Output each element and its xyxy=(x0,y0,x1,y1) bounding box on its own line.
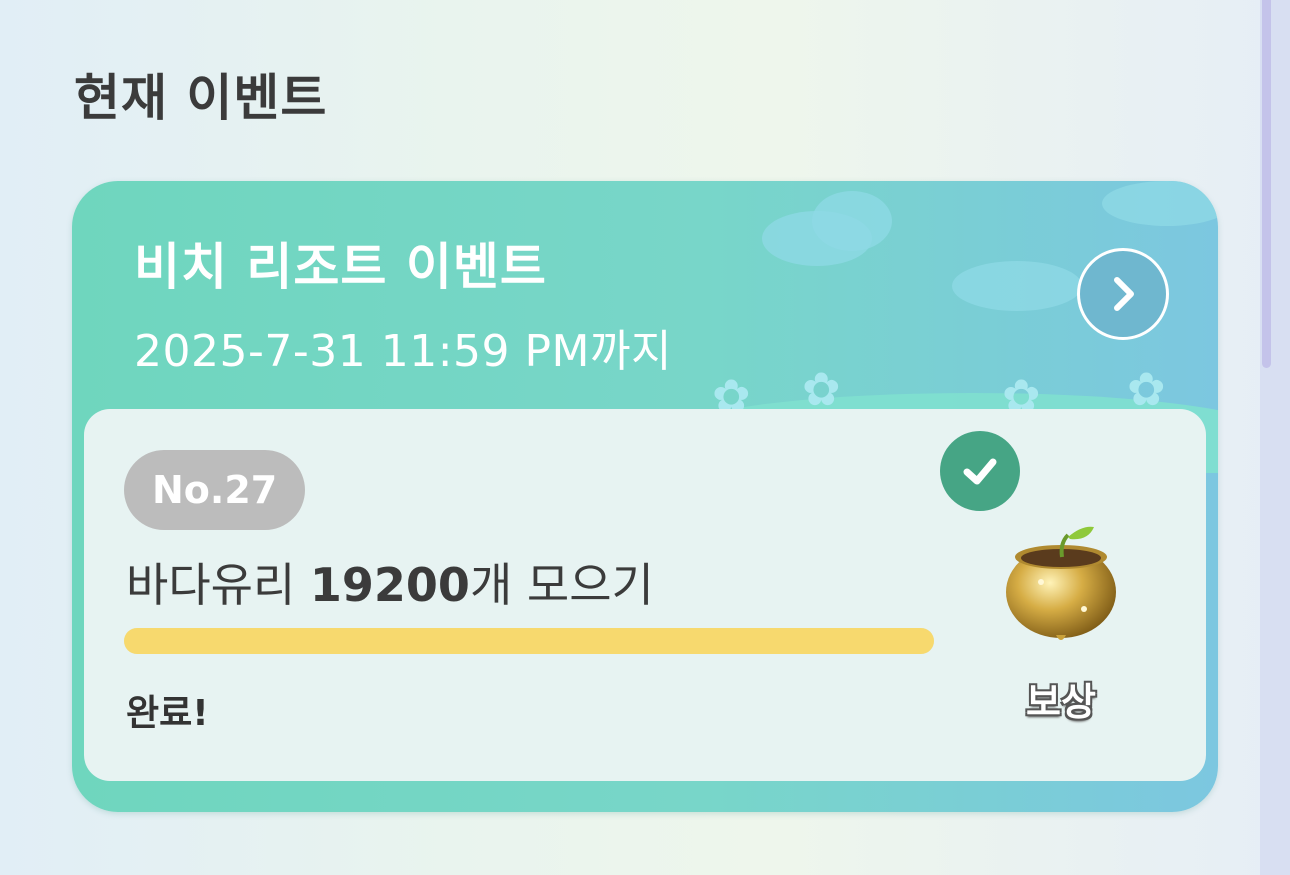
flower-decoration: ✿ xyxy=(802,362,841,416)
mission-description: 바다유리 19200개 모으기 xyxy=(126,549,654,615)
cloud-decoration xyxy=(1102,181,1218,226)
flower-decoration: ✿ xyxy=(1127,362,1166,416)
page-title: 현재 이벤트 xyxy=(74,69,328,127)
chevron-right-icon xyxy=(1114,277,1134,311)
mission-panel: No.27 바다유리 19200개 모으기 완료! 보상 xyxy=(84,409,1206,781)
completed-badge xyxy=(940,431,1020,511)
mission-progress-bar xyxy=(124,628,934,654)
mission-progress-fill xyxy=(124,628,934,654)
mission-text-suffix: 개 모으기 xyxy=(469,558,654,612)
cloud-decoration xyxy=(812,191,892,251)
check-icon xyxy=(963,458,997,485)
reward-label: 보상 xyxy=(1026,680,1096,724)
golden-pot-icon[interactable] xyxy=(996,517,1126,647)
event-title: 비치 리조트 이벤트 xyxy=(134,238,547,296)
event-deadline: 2025-7-31 11:59 PM까지 xyxy=(134,326,672,377)
mission-target-count: 19200 xyxy=(309,558,470,612)
mission-text-prefix: 바다유리 xyxy=(126,558,310,612)
event-detail-button[interactable] xyxy=(1077,248,1169,340)
cloud-decoration xyxy=(952,261,1082,311)
mission-number-badge: No.27 xyxy=(124,450,306,530)
scrollbar-thumb[interactable] xyxy=(1262,0,1271,368)
mission-status: 완료! xyxy=(126,693,209,734)
event-card[interactable]: ✿ ✿ ✿ ✿ 비치 리조트 이벤트 2025-7-31 11:59 PM까지 … xyxy=(72,181,1218,812)
